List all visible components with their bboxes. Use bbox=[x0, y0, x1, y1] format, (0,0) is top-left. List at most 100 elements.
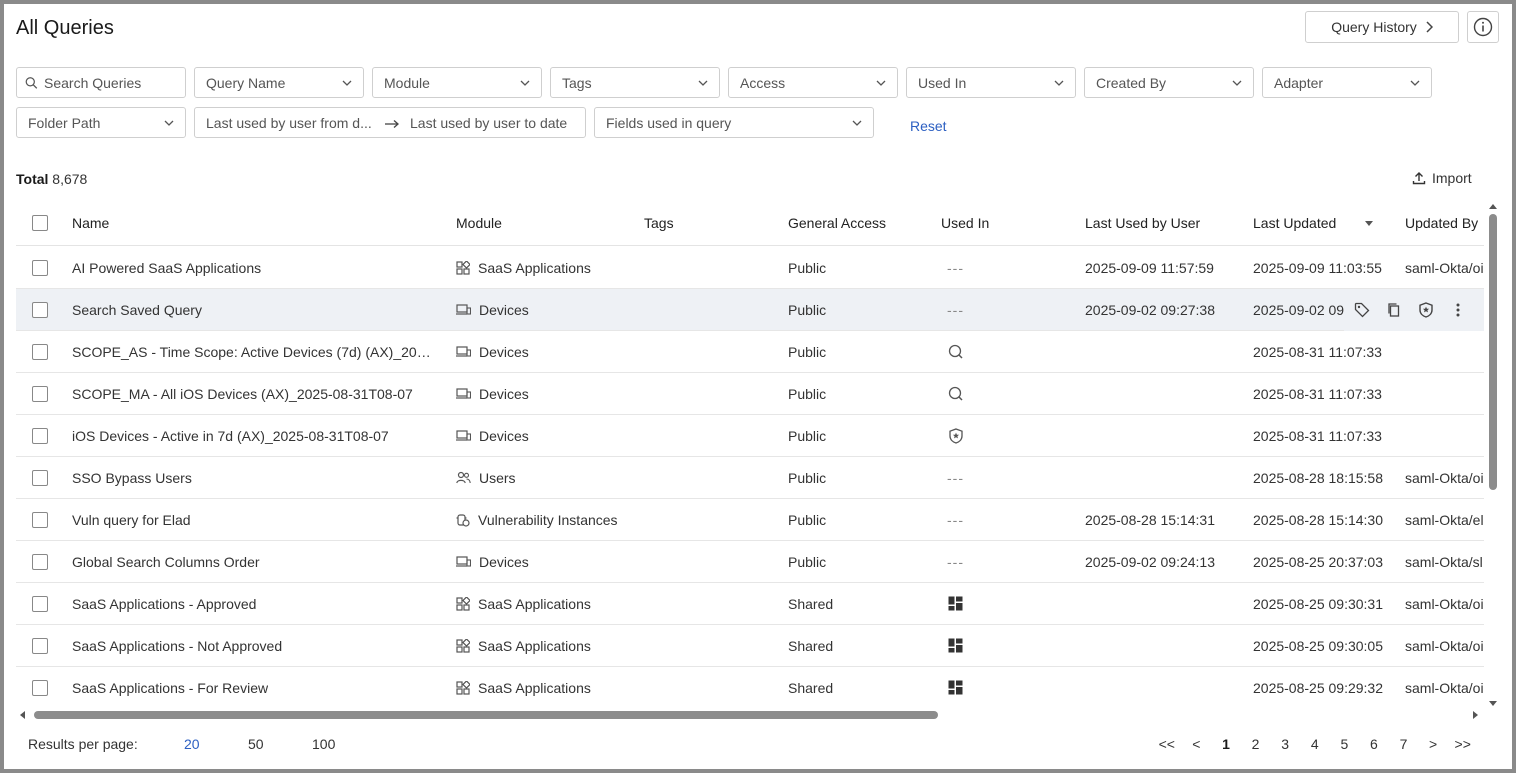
row-checkbox[interactable] bbox=[32, 595, 48, 612]
pager-item[interactable]: 7 bbox=[1389, 736, 1419, 752]
select-all-checkbox[interactable] bbox=[32, 214, 48, 231]
row-checkbox[interactable] bbox=[32, 301, 48, 318]
query-name-cell[interactable]: iOS Devices - Active in 7d (AX)_2025-08-… bbox=[72, 415, 434, 456]
sort-desc-icon[interactable] bbox=[1364, 219, 1374, 227]
copy-icon[interactable] bbox=[1386, 302, 1402, 318]
table-row[interactable]: AI Powered SaaS Applications SaaS Applica… bbox=[16, 247, 1484, 289]
pager-item[interactable]: < bbox=[1182, 736, 1212, 752]
access-filter[interactable]: Access bbox=[728, 67, 898, 98]
row-checkbox[interactable] bbox=[32, 679, 48, 696]
shield-star-icon[interactable] bbox=[948, 427, 964, 444]
column-tags[interactable]: Tags bbox=[644, 200, 774, 245]
row-checkbox[interactable] bbox=[32, 469, 48, 486]
query-name-cell[interactable]: Search Saved Query bbox=[72, 289, 434, 330]
pager-item[interactable]: >> bbox=[1448, 736, 1478, 752]
reset-link[interactable]: Reset bbox=[910, 118, 947, 134]
query-name-cell[interactable]: SCOPE_MA - All iOS Devices (AX)_2025-08-… bbox=[72, 373, 434, 414]
table-row[interactable]: iOS Devices - Active in 7d (AX)_2025-08-… bbox=[16, 415, 1484, 457]
last-used-cell bbox=[1085, 415, 1245, 456]
table-row[interactable]: SCOPE_MA - All iOS Devices (AX)_2025-08-… bbox=[16, 373, 1484, 415]
column-general-access[interactable]: General Access bbox=[788, 200, 928, 245]
pager-item[interactable]: 5 bbox=[1330, 736, 1360, 752]
vertical-scrollbar[interactable] bbox=[1487, 200, 1499, 712]
horizontal-scroll-thumb[interactable] bbox=[34, 711, 938, 719]
table-row[interactable]: Search Saved Query Devices Public --- 2025-0… bbox=[16, 289, 1484, 331]
query-history-button[interactable]: Query History bbox=[1305, 11, 1459, 43]
query-name-cell[interactable]: SaaS Applications - For Review bbox=[72, 667, 434, 706]
query-name-cell[interactable]: SaaS Applications - Not Approved bbox=[72, 625, 434, 666]
search-scope-icon[interactable] bbox=[948, 386, 963, 401]
dashboard-icon[interactable] bbox=[948, 680, 963, 695]
table-row[interactable]: Global Search Columns Order Devices Public… bbox=[16, 541, 1484, 583]
table-row[interactable]: SSO Bypass Users Users Public --- 2025-08-28… bbox=[16, 457, 1484, 499]
scroll-left-icon[interactable] bbox=[18, 710, 26, 720]
row-checkbox[interactable] bbox=[32, 637, 48, 654]
table-row[interactable]: SaaS Applications - Approved SaaS Applica… bbox=[16, 583, 1484, 625]
query-name: iOS Devices - Active in 7d (AX)_2025-08-… bbox=[72, 427, 389, 444]
per-page-option[interactable]: 100 bbox=[312, 736, 335, 752]
pager-item[interactable]: 4 bbox=[1300, 736, 1330, 752]
shield-star-icon[interactable] bbox=[1418, 302, 1434, 318]
created-by-filter[interactable]: Created By bbox=[1084, 67, 1254, 98]
column-last-used-by-user[interactable]: Last Used by User bbox=[1085, 200, 1245, 245]
table-row[interactable]: SCOPE_AS - Time Scope: Active Devices (7… bbox=[16, 331, 1484, 373]
row-checkbox[interactable] bbox=[32, 259, 48, 276]
devices-icon bbox=[456, 345, 471, 358]
table-row[interactable]: SaaS Applications - Not Approved SaaS App… bbox=[16, 625, 1484, 667]
query-name-filter[interactable]: Query Name bbox=[194, 67, 364, 98]
query-name-cell[interactable]: AI Powered SaaS Applications bbox=[72, 247, 434, 288]
used-in-cell bbox=[941, 583, 1061, 624]
row-checkbox[interactable] bbox=[32, 427, 48, 444]
per-page-option[interactable]: 50 bbox=[248, 736, 264, 752]
pager-item[interactable]: 6 bbox=[1359, 736, 1389, 752]
scroll-right-icon[interactable] bbox=[1472, 710, 1480, 720]
fields-used-filter[interactable]: Fields used in query bbox=[594, 107, 874, 138]
scroll-down-icon[interactable] bbox=[1488, 700, 1498, 708]
updated-by-cell: saml-Okta/oi bbox=[1405, 259, 1484, 276]
column-last-updated[interactable]: Last Updated bbox=[1253, 200, 1399, 245]
row-checkbox[interactable] bbox=[32, 385, 48, 402]
adapter-filter[interactable]: Adapter bbox=[1262, 67, 1432, 98]
search-queries-input[interactable] bbox=[44, 74, 174, 91]
column-module[interactable]: Module bbox=[456, 200, 636, 245]
per-page-option[interactable]: 20 bbox=[184, 736, 200, 752]
dashboard-icon[interactable] bbox=[948, 596, 963, 611]
pager-item[interactable]: 3 bbox=[1270, 736, 1300, 752]
total-count: Total 8,678 bbox=[16, 171, 87, 187]
more-vertical-icon[interactable] bbox=[1450, 302, 1466, 318]
pager-item[interactable]: 1 bbox=[1211, 736, 1241, 752]
tags-filter[interactable]: Tags bbox=[550, 67, 720, 98]
search-scope-icon[interactable] bbox=[948, 344, 963, 359]
date-to-field[interactable]: Last used by user to date bbox=[410, 115, 567, 131]
tag-icon[interactable] bbox=[1354, 302, 1370, 318]
query-name-cell[interactable]: SCOPE_AS - Time Scope: Active Devices (7… bbox=[72, 331, 434, 372]
date-from-field[interactable]: Last used by user from d... bbox=[206, 115, 372, 131]
query-name-cell[interactable]: Global Search Columns Order bbox=[72, 541, 434, 582]
horizontal-scrollbar[interactable] bbox=[16, 708, 1484, 722]
scroll-up-icon[interactable] bbox=[1488, 202, 1498, 210]
dashboard-icon[interactable] bbox=[948, 638, 963, 653]
module-filter[interactable]: Module bbox=[372, 67, 542, 98]
used-in-filter[interactable]: Used In bbox=[906, 67, 1076, 98]
column-name[interactable]: Name bbox=[72, 200, 434, 245]
row-checkbox[interactable] bbox=[32, 511, 48, 528]
info-button[interactable] bbox=[1467, 11, 1499, 43]
query-name-cell[interactable]: SaaS Applications - Approved bbox=[72, 583, 434, 624]
column-used-in[interactable]: Used In bbox=[941, 200, 1061, 245]
query-name-cell[interactable]: SSO Bypass Users bbox=[72, 457, 434, 498]
search-queries-field[interactable] bbox=[16, 67, 186, 98]
folder-path-filter[interactable]: Folder Path bbox=[16, 107, 186, 138]
row-checkbox[interactable] bbox=[32, 553, 48, 570]
table-row[interactable]: SaaS Applications - For Review SaaS Appli… bbox=[16, 667, 1484, 706]
query-name-cell[interactable]: Vuln query for Elad bbox=[72, 499, 434, 540]
column-updated-by[interactable]: Updated By bbox=[1405, 200, 1484, 245]
table-row[interactable]: Vuln query for Elad Vulnerability Instanc… bbox=[16, 499, 1484, 541]
row-checkbox[interactable] bbox=[32, 343, 48, 360]
pager-item[interactable]: 2 bbox=[1241, 736, 1271, 752]
last-used-date-range[interactable]: Last used by user from d... Last used by… bbox=[194, 107, 586, 138]
used-in-filter-label: Used In bbox=[918, 74, 967, 91]
import-button[interactable]: Import bbox=[1412, 170, 1472, 186]
pager-item[interactable]: << bbox=[1152, 736, 1182, 752]
vertical-scroll-thumb[interactable] bbox=[1489, 214, 1497, 490]
pager-item[interactable]: > bbox=[1418, 736, 1448, 752]
